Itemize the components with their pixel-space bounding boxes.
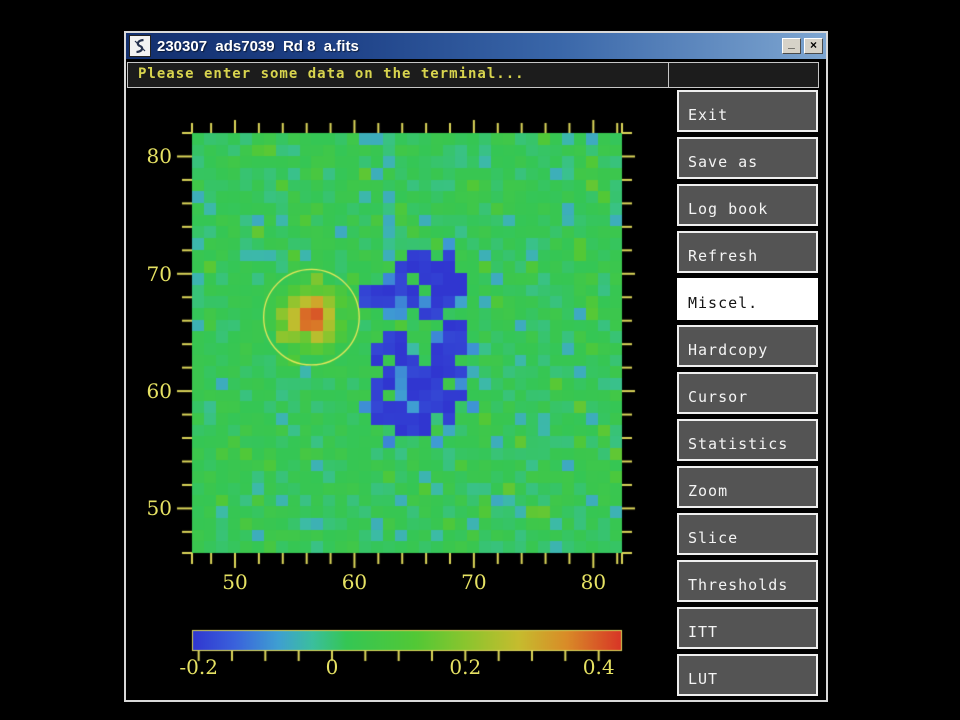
command-button-panel: Exit Save as Log book Refresh Miscel. Hardcop… [677,90,818,701]
x-tick-label: 60 [324,569,384,595]
midas-logo-icon [132,38,148,54]
app-window: 230307 ads7039 Rd 8 a.fits _ × Please en… [124,31,828,702]
sidebar-item-slice[interactable]: Slice [677,513,818,555]
app-icon [129,35,151,57]
status-bar-divider [668,63,669,87]
plot-area: 80 70 60 50 50 60 70 80 -0.2 0 0.2 0.4 [126,93,674,700]
x-tick-label: 50 [205,569,265,595]
y-tick-label: 80 [126,143,172,169]
sidebar-item-label: Thresholds [688,576,788,594]
colorbar-tick-label: 0.2 [430,654,500,680]
sidebar-item-statistics[interactable]: Statistics [677,419,818,461]
sidebar-item-label: Slice [688,529,738,547]
sidebar-item-label: Refresh [688,247,758,265]
sidebar-item-label: Cursor [688,388,748,406]
sidebar-item-hardcopy[interactable]: Hardcopy [677,325,818,367]
sidebar-item-miscel[interactable]: Miscel. [677,278,818,320]
x-tick-label: 70 [444,569,504,595]
sidebar-item-cursor[interactable]: Cursor [677,372,818,414]
status-message: Please enter some data on the terminal..… [138,63,525,86]
sidebar-item-label: Miscel. [688,294,758,312]
sidebar-item-itt[interactable]: ITT [677,607,818,649]
sidebar-item-thresholds[interactable]: Thresholds [677,560,818,602]
sidebar-item-label: Exit [688,106,728,124]
sidebar-item-exit[interactable]: Exit [677,90,818,132]
y-tick-label: 70 [126,261,172,287]
sidebar-item-log-book[interactable]: Log book [677,184,818,226]
y-tick-label: 60 [126,378,172,404]
title-bar[interactable]: 230307 ads7039 Rd 8 a.fits _ × [126,33,826,59]
y-tick-label: 50 [126,495,172,521]
sidebar-item-label: Log book [688,200,768,218]
colorbar-tick-label: -0.2 [164,654,234,680]
image-display-canvas[interactable] [126,93,674,700]
sidebar-item-label: Statistics [688,435,788,453]
sidebar-item-refresh[interactable]: Refresh [677,231,818,273]
sidebar-item-label: Hardcopy [688,341,768,359]
sidebar-item-label: Save as [688,153,758,171]
window-title: 230307 ads7039 Rd 8 a.fits [157,38,779,55]
sidebar-item-label: Zoom [688,482,728,500]
x-tick-label: 80 [563,569,623,595]
colorbar-tick-label: 0.4 [564,654,634,680]
status-bar: Please enter some data on the terminal..… [127,62,819,88]
minimize-button[interactable]: _ [782,38,801,54]
sidebar-item-label: LUT [688,670,718,688]
close-button[interactable]: × [804,38,823,54]
sidebar-item-label: ITT [688,623,718,641]
colorbar-tick-label: 0 [297,654,367,680]
sidebar-item-save-as[interactable]: Save as [677,137,818,179]
sidebar-item-lut[interactable]: LUT [677,654,818,696]
sidebar-item-zoom[interactable]: Zoom [677,466,818,508]
